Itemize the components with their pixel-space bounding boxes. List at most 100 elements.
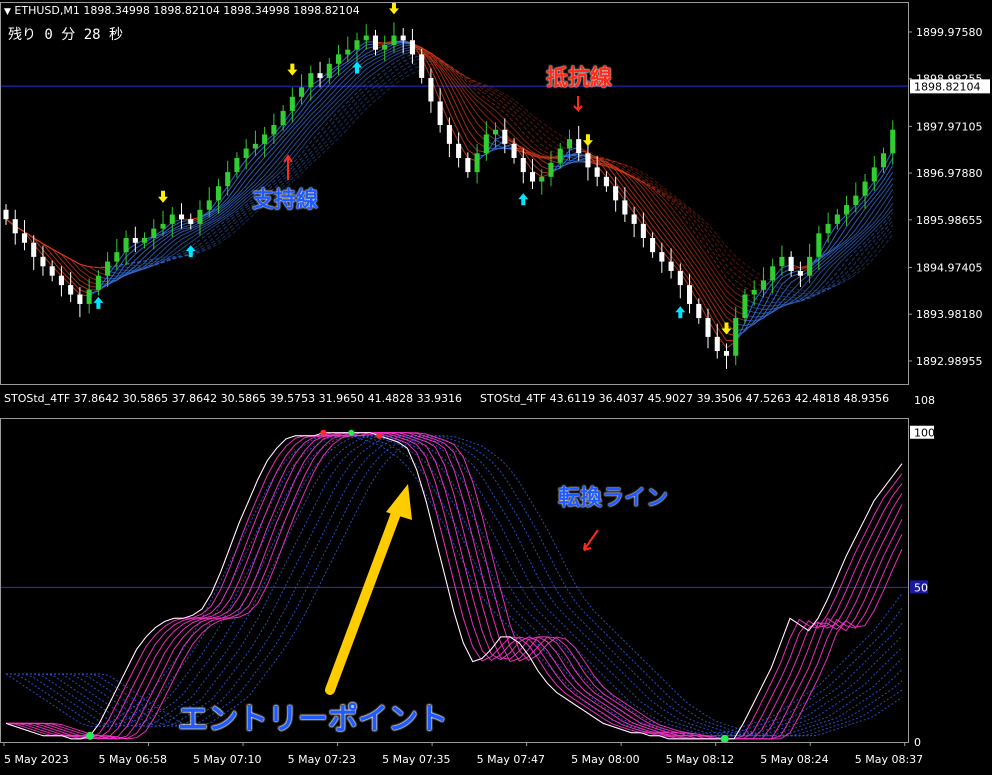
turning-line-label: 転換ライン bbox=[558, 486, 669, 511]
candle-body bbox=[511, 143, 517, 158]
candle-body bbox=[733, 318, 739, 356]
price-tick-label: 1892.98955 bbox=[916, 355, 982, 368]
candle-body bbox=[419, 54, 425, 78]
candle-body bbox=[585, 153, 591, 168]
chart-symbol-header: ▼ ETHUSD,M1 1898.34998 1898.82104 1898.3… bbox=[4, 4, 360, 17]
candle-body bbox=[58, 275, 64, 286]
candle-body bbox=[206, 200, 212, 210]
chart-window: 1899.97580 1898.98255 1897.97105 1896.97880… bbox=[0, 0, 992, 771]
candle-body bbox=[566, 139, 573, 149]
candle-body bbox=[225, 172, 231, 187]
chart-canvas[interactable]: 1899.975801898.982551897.971051896.97880… bbox=[0, 0, 992, 771]
candle-body bbox=[289, 96, 295, 111]
x-tick-label: 5 May 07:10 bbox=[193, 753, 261, 766]
candle-body bbox=[594, 167, 600, 177]
candle-body bbox=[345, 49, 351, 55]
candle-body bbox=[742, 294, 748, 319]
x-tick-label: 5 May 08:24 bbox=[760, 753, 828, 766]
candle-body bbox=[86, 289, 92, 304]
candle-body bbox=[668, 261, 674, 271]
candle-body bbox=[760, 280, 766, 290]
symbol-line: ETHUSD,M1 1898.34998 1898.82104 1898.349… bbox=[14, 4, 360, 17]
candle-body bbox=[456, 143, 462, 158]
countdown-timer: 残り 0 分 28 秒 bbox=[8, 27, 124, 43]
candle-body bbox=[631, 214, 637, 224]
candle-body bbox=[169, 214, 175, 224]
candle-body bbox=[3, 209, 9, 220]
candle-body bbox=[428, 77, 434, 102]
top-signal-dot bbox=[320, 429, 327, 436]
candle-body bbox=[114, 252, 120, 262]
candle-body bbox=[788, 256, 794, 271]
entry-point-label: エントリーポイント bbox=[178, 702, 448, 737]
candle-body bbox=[280, 110, 286, 126]
candle-body bbox=[576, 139, 582, 154]
candle-body bbox=[871, 167, 877, 182]
candle-body bbox=[262, 134, 268, 144]
candle-body bbox=[548, 162, 554, 177]
buy-signal-dot bbox=[720, 734, 729, 743]
x-tick-label: 5 May 08:00 bbox=[571, 753, 639, 766]
candle-body bbox=[844, 205, 850, 215]
candle-body bbox=[178, 214, 185, 220]
candle-body bbox=[779, 256, 785, 267]
candle-body bbox=[650, 238, 656, 253]
candle-body bbox=[77, 294, 83, 304]
price-tick-label: 1896.97880 bbox=[916, 167, 982, 180]
candle-body bbox=[382, 44, 388, 50]
candle-body bbox=[132, 238, 138, 243]
price-tick-label: 1899.97580 bbox=[916, 26, 982, 39]
candle-body bbox=[539, 176, 545, 182]
candle-body bbox=[723, 351, 730, 356]
candle-body bbox=[622, 200, 628, 215]
candle-body bbox=[68, 285, 74, 295]
candle-body bbox=[474, 153, 480, 173]
candle-body bbox=[640, 223, 646, 239]
candle-body bbox=[12, 219, 18, 234]
candle-body bbox=[252, 143, 258, 149]
candle-body bbox=[603, 176, 609, 187]
candle-body bbox=[853, 195, 859, 206]
candle-body bbox=[21, 233, 28, 243]
top-signal-dot bbox=[376, 432, 383, 439]
candle-body bbox=[188, 219, 194, 224]
x-tick-label: 5 May 07:23 bbox=[288, 753, 356, 766]
candle-body bbox=[105, 261, 111, 276]
candle-body bbox=[326, 63, 332, 78]
candle-body bbox=[714, 336, 720, 352]
x-tick-label: 5 May 08:12 bbox=[666, 753, 734, 766]
candle-body bbox=[807, 256, 813, 276]
candle-body bbox=[529, 172, 536, 182]
candle-body bbox=[446, 125, 452, 144]
price-tick-label: 1897.97105 bbox=[916, 120, 982, 133]
candle-body bbox=[335, 54, 342, 64]
resistance-label: 抵抗線 bbox=[546, 66, 613, 91]
candle-body bbox=[659, 252, 665, 262]
candle-body bbox=[770, 266, 776, 281]
price-tick-label: 1894.97405 bbox=[916, 262, 982, 275]
candle-body bbox=[391, 35, 397, 45]
x-tick-label: 5 May 07:47 bbox=[477, 753, 545, 766]
x-tick-label: 5 May 2023 bbox=[4, 753, 69, 766]
candle-body bbox=[483, 134, 489, 154]
top-signal-dot bbox=[348, 429, 355, 436]
stoch-tick-label: 50 bbox=[914, 581, 928, 594]
candle-body bbox=[243, 148, 249, 158]
candle-body bbox=[825, 223, 831, 234]
candle-body bbox=[308, 73, 314, 88]
candle-body bbox=[437, 101, 443, 126]
candle-body bbox=[493, 129, 499, 135]
candle-body bbox=[557, 148, 563, 163]
indicator-values-2: STOStd_4TF 43.6119 36.4037 45.9027 39.35… bbox=[480, 392, 890, 405]
candle-body bbox=[317, 73, 323, 78]
candle-body bbox=[834, 214, 840, 224]
stoch-tick-label: 0 bbox=[914, 736, 921, 749]
indicator-values-1: STOStd_4TF 37.8642 30.5865 37.8642 30.58… bbox=[4, 392, 463, 405]
stoch-tick-label: 100 bbox=[914, 427, 935, 440]
candle-body bbox=[123, 238, 129, 253]
candle-body bbox=[160, 223, 166, 229]
stoch-tick-label: 108 bbox=[914, 394, 935, 407]
dropdown-icon[interactable]: ▼ bbox=[4, 7, 11, 17]
candle-body bbox=[271, 125, 277, 135]
candle-body bbox=[363, 35, 369, 41]
